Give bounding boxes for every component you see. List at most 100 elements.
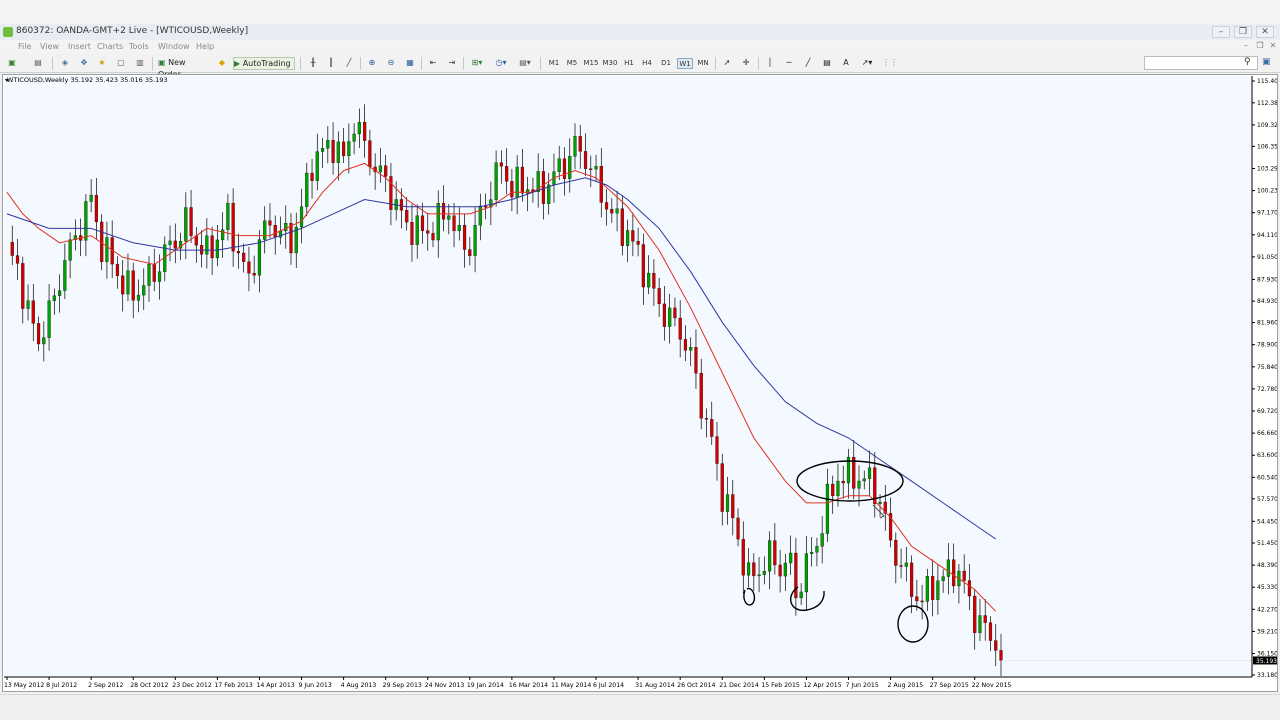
candle-bearish: [268, 220, 272, 226]
x-tick-label: 6 Jul 2014: [593, 682, 624, 689]
close-button[interactable]: ✕: [1256, 26, 1274, 38]
candle-bullish: [105, 237, 109, 262]
candle-bearish: [420, 215, 425, 231]
arrows-tool-icon[interactable]: ↗▾: [858, 57, 876, 70]
candle-bearish: [520, 166, 524, 194]
crosshair-icon[interactable]: ✛: [739, 57, 753, 70]
chart-window[interactable]: WTICOUSD,Weekly 35.192 35.423 35.016 35.…: [2, 74, 1280, 692]
x-tick-label: 21 Dec 2014: [719, 682, 759, 689]
search-icon[interactable]: ⚲: [1244, 57, 1251, 67]
maximize-button[interactable]: ❐: [1234, 26, 1252, 38]
candle-bearish: [583, 151, 588, 169]
menu-view[interactable]: View: [40, 42, 59, 51]
price-chart[interactable]: WTICOUSD,Weekly 35.192 35.423 35.016 35.…: [3, 75, 1280, 691]
timeframe-m1[interactable]: M1: [546, 58, 562, 69]
timeframe-d1[interactable]: D1: [658, 58, 674, 69]
timeframe-w1[interactable]: W1: [677, 58, 693, 69]
metaeditor-icon[interactable]: ◆: [216, 57, 228, 70]
tile-windows-icon[interactable]: ▦: [403, 57, 417, 70]
grid-tool-icon[interactable]: ⋮⋮: [882, 57, 898, 70]
candle-bullish: [47, 300, 51, 338]
minimize-button[interactable]: –: [1212, 26, 1230, 38]
candle-bearish: [973, 595, 977, 633]
candle-bullish: [978, 615, 982, 633]
candle-bullish: [215, 239, 219, 259]
menu-window[interactable]: Window: [158, 42, 190, 51]
trendline-icon[interactable]: ╱: [801, 57, 815, 70]
search-input[interactable]: [1144, 56, 1258, 70]
candle-bearish: [462, 225, 467, 250]
templates-icon[interactable]: ▤▾: [516, 57, 534, 70]
x-tick-label: 16 Mar 2014: [509, 682, 548, 689]
plot-area: [4, 76, 1252, 677]
chart-shift-icon[interactable]: ⇥: [445, 57, 459, 70]
tester-icon[interactable]: ▥: [133, 57, 147, 70]
channel-icon[interactable]: ▤: [820, 57, 834, 70]
mdi-close-button[interactable]: ✕: [1267, 41, 1279, 52]
candle-bullish: [26, 300, 30, 309]
community-icon[interactable]: ▣: [1262, 57, 1271, 67]
candle-bearish: [720, 463, 724, 512]
market-watch-icon[interactable]: ◈: [58, 57, 72, 70]
timeframe-mn[interactable]: MN: [695, 58, 711, 69]
candle-bullish: [904, 562, 908, 567]
timeframe-m30[interactable]: M30: [602, 58, 618, 69]
menu-charts[interactable]: Charts: [97, 42, 123, 51]
zoom-out-icon[interactable]: ⊖: [384, 57, 398, 70]
y-tick-label: 106.350: [1257, 143, 1277, 150]
candle-bullish: [799, 591, 803, 599]
periods-icon[interactable]: ◷▾: [492, 57, 510, 70]
autotrading-button[interactable]: ▶ AutoTrading: [233, 57, 295, 70]
mdi-restore-button[interactable]: ❐: [1254, 41, 1266, 52]
timeframe-m15[interactable]: M15: [583, 58, 599, 69]
menu-file[interactable]: File: [18, 42, 31, 51]
candle-bullish: [941, 576, 945, 581]
timeframe-m5[interactable]: M5: [564, 58, 580, 69]
timeframe-h4[interactable]: H4: [639, 58, 655, 69]
candle-bullish: [447, 215, 451, 220]
line-chart-icon[interactable]: ╱: [342, 57, 356, 70]
new-order-button[interactable]: ▣ New Order: [158, 57, 210, 79]
terminal-icon[interactable]: ▢: [114, 57, 128, 70]
candle-bearish: [342, 141, 346, 157]
candle-bearish: [952, 559, 956, 587]
y-tick-label: 54.450: [1257, 518, 1277, 525]
y-tick-label: 94.110: [1257, 232, 1277, 239]
y-tick-label: 63.600: [1257, 452, 1277, 459]
x-tick-label: 23 Dec 2012: [172, 682, 212, 689]
mdi-minimize-button[interactable]: –: [1240, 41, 1252, 52]
horizontal-line-icon[interactable]: ─: [782, 57, 796, 70]
y-tick-label: 91.050: [1257, 254, 1277, 261]
candle-bearish: [410, 222, 414, 245]
candle-bearish: [988, 622, 993, 641]
candle-bullish: [136, 294, 141, 301]
data-window-icon[interactable]: ✥: [77, 57, 91, 70]
auto-scroll-icon[interactable]: ⇤: [426, 57, 440, 70]
zoom-in-icon[interactable]: ⊕: [365, 57, 379, 70]
candle-bearish: [252, 273, 256, 276]
profiles-icon[interactable]: ▤: [30, 57, 46, 70]
cursor-icon[interactable]: ➚: [720, 57, 734, 70]
menu-tools[interactable]: Tools: [129, 42, 149, 51]
y-tick-label: 100.230: [1257, 188, 1277, 195]
candle-bearish: [405, 210, 409, 223]
candle-bearish: [731, 494, 735, 519]
candle-bearish: [715, 436, 719, 464]
indicators-icon[interactable]: ⊞▾: [468, 57, 486, 70]
timeframe-h1[interactable]: H1: [621, 58, 637, 69]
text-tool-icon[interactable]: A: [839, 57, 853, 70]
vertical-line-icon[interactable]: │: [763, 57, 777, 70]
candlestick-chart-icon[interactable]: ┃: [324, 57, 338, 70]
y-tick-label: 42.270: [1257, 606, 1277, 613]
navigator-icon[interactable]: ★: [95, 57, 109, 70]
bar-chart-icon[interactable]: ╂: [306, 57, 320, 70]
candle-bullish: [878, 501, 882, 504]
menu-insert[interactable]: Insert: [68, 42, 91, 51]
new-chart-icon[interactable]: ▣: [4, 57, 20, 70]
menu-help[interactable]: Help: [196, 42, 214, 51]
candle-bullish: [725, 494, 730, 512]
candle-bearish: [920, 600, 924, 603]
candle-bearish: [399, 199, 404, 211]
y-tick-label: 109.320: [1257, 122, 1277, 129]
autotrading-label: AutoTrading: [242, 59, 291, 68]
